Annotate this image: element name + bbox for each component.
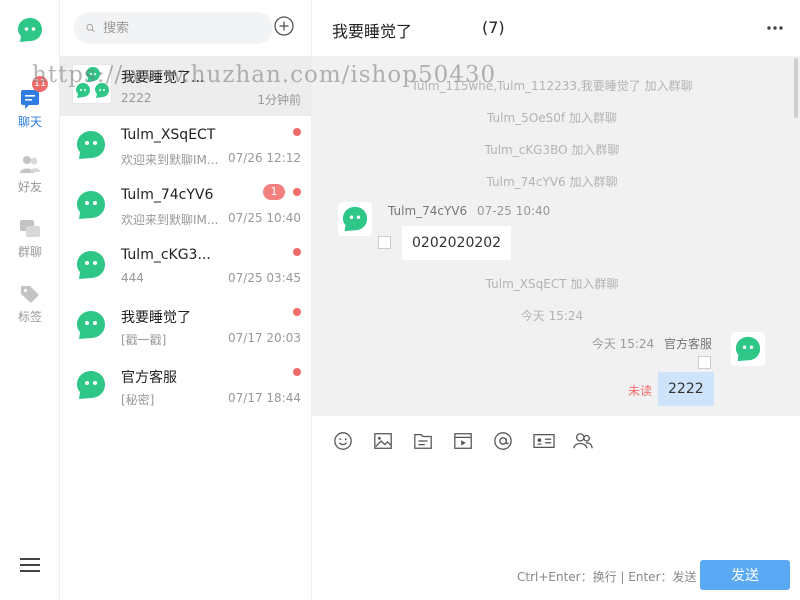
message-sender: Tulm_74cYV6: [388, 204, 468, 218]
group-chat-icon: [20, 220, 40, 237]
conversation-preview: 444: [121, 271, 144, 285]
system-message: Tulm_5OeS0f 加入群聊: [487, 111, 617, 125]
file-icon[interactable]: [412, 431, 434, 451]
conversation-name: 我要睡觉了: [121, 310, 191, 326]
unread-dot: [293, 308, 301, 316]
rail-item-chat[interactable]: 11 聊天: [0, 76, 60, 130]
app-window: 11 聊天 好友 群聊 标签 搜索 我要睡觉了... 2222 1分钟前 Tul…: [0, 0, 800, 600]
system-message: Tulm_cKG3BO 加入群聊: [484, 143, 620, 157]
message-time: 07-25 10:40: [477, 204, 551, 218]
message-meta: Tulm_74cYV6 07-25 10:40: [388, 204, 550, 218]
read-status: 未读: [628, 384, 653, 398]
avatar-icon: [77, 251, 105, 279]
message-meta: 今天 15:24 官方客服: [592, 335, 712, 352]
input-toolbar: [312, 416, 800, 464]
rail-item-tags[interactable]: 标签: [0, 283, 60, 325]
search-box: [74, 12, 273, 44]
mention-icon[interactable]: [492, 431, 514, 451]
conversation-item[interactable]: 官方客服 [秘密] 07/17 18:44: [60, 356, 311, 416]
conversation-item[interactable]: Tulm_cKG3... 444 07/25 03:45: [60, 236, 311, 296]
system-message: Tulm_115whe,Tulm_112233,我要睡觉了 加入群聊: [411, 79, 693, 93]
conversation-name: 我要睡觉了...: [121, 70, 205, 86]
app-logo-icon: [18, 18, 42, 42]
avatar-icon: [342, 206, 368, 232]
conversation-preview: 欢迎来到默聊IM...: [121, 153, 219, 167]
more-options-icon[interactable]: [766, 20, 784, 36]
timestamp-divider: 今天 15:24: [520, 309, 584, 323]
conversation-list: 我要睡觉了... 2222 1分钟前 Tulm_XSqECT 欢迎来到默聊IM.…: [60, 0, 312, 600]
conversation-preview: 2222: [121, 91, 152, 105]
menu-icon[interactable]: [20, 557, 40, 573]
left-rail: 11 聊天 好友 群聊 标签: [0, 0, 60, 600]
unread-dot: [293, 248, 301, 256]
message-bubble[interactable]: 0202020202: [402, 226, 512, 260]
friends-icon: [20, 156, 40, 173]
message-select-checkbox[interactable]: [698, 356, 711, 369]
conversation-time: 07/17 20:03: [228, 331, 301, 345]
system-message: Tulm_XSqECT 加入群聊: [485, 277, 619, 291]
group-avatar-icon: [76, 67, 109, 98]
conversation-item[interactable]: Tulm_74cYV6 1 欢迎来到默聊IM... 07/25 10:40: [60, 176, 311, 236]
unread-dot: [293, 188, 301, 196]
message-bubble[interactable]: 2222: [658, 372, 714, 406]
unread-count-badge: 1: [263, 184, 285, 200]
group-avatar: [72, 64, 112, 104]
avatar-icon: [77, 131, 105, 159]
unread-dot: [293, 128, 301, 136]
conversation-time: 07/17 18:44: [228, 391, 301, 405]
conversation-item[interactable]: 我要睡觉了 [戳一戳] 07/17 20:03: [60, 296, 311, 356]
rail-item-friends[interactable]: 好友: [0, 153, 60, 195]
chat-title: 我要睡觉了: [332, 22, 413, 41]
search-icon: [86, 24, 95, 33]
avatar-icon: [77, 371, 105, 399]
message-select-checkbox[interactable]: [378, 236, 391, 249]
rail-item-label: 标签: [17, 310, 42, 324]
unread-badge: 11: [32, 76, 48, 92]
rail-item-label: 群聊: [17, 245, 42, 259]
image-icon[interactable]: [372, 431, 394, 451]
conversation-time: 1分钟前: [257, 93, 301, 107]
conversation-preview: [戳一戳]: [121, 333, 167, 347]
card-icon[interactable]: [532, 431, 556, 451]
chat-panel: 我要睡觉了 (7) Tulm_115whe,Tulm_112233,我要睡觉了 …: [312, 0, 800, 600]
message-input[interactable]: [324, 464, 788, 548]
message-sender: 官方客服: [663, 337, 712, 351]
avatar[interactable]: [731, 332, 765, 366]
unread-dot: [293, 368, 301, 376]
add-icon[interactable]: [274, 16, 294, 36]
emoji-icon[interactable]: [332, 431, 354, 451]
conversation-preview: 欢迎来到默聊IM...: [121, 213, 219, 227]
avatar-icon: [77, 191, 105, 219]
rail-item-groups[interactable]: 群聊: [0, 218, 60, 260]
conversation-name: Tulm_cKG3...: [121, 247, 211, 263]
conversation-name: Tulm_XSqECT: [121, 127, 216, 143]
conversation-name: Tulm_74cYV6: [121, 187, 214, 203]
system-message: Tulm_74cYV6 加入群聊: [486, 175, 618, 189]
conversation-preview: [秘密]: [121, 393, 155, 407]
contact-icon[interactable]: [572, 431, 594, 451]
avatar-icon: [735, 336, 761, 362]
search-input[interactable]: [103, 20, 273, 36]
send-button[interactable]: 发送: [700, 560, 790, 590]
avatar[interactable]: [338, 202, 372, 236]
message-time: 今天 15:24: [591, 337, 655, 351]
conversation-name: 官方客服: [121, 370, 177, 386]
conversation-item[interactable]: Tulm_XSqECT 欢迎来到默聊IM... 07/26 12:12: [60, 116, 311, 176]
shortcut-hint: Ctrl+Enter：换行 | Enter：发送: [517, 570, 697, 584]
member-count: (7): [482, 18, 505, 37]
avatar-icon: [77, 311, 105, 339]
conversation-time: 07/25 10:40: [228, 211, 301, 225]
tag-icon: [21, 286, 39, 303]
conversation-time: 07/26 12:12: [228, 151, 301, 165]
conversation-item[interactable]: 我要睡觉了... 2222 1分钟前: [60, 56, 311, 116]
chat-header: 我要睡觉了 (7): [312, 0, 800, 56]
rail-item-label: 聊天: [17, 115, 42, 129]
scrollbar[interactable]: [794, 58, 798, 118]
rail-item-label: 好友: [17, 180, 42, 194]
message-list[interactable]: Tulm_115whe,Tulm_112233,我要睡觉了 加入群聊 Tulm_…: [312, 56, 800, 416]
video-icon[interactable]: [452, 431, 474, 451]
conversation-time: 07/25 03:45: [228, 271, 301, 285]
